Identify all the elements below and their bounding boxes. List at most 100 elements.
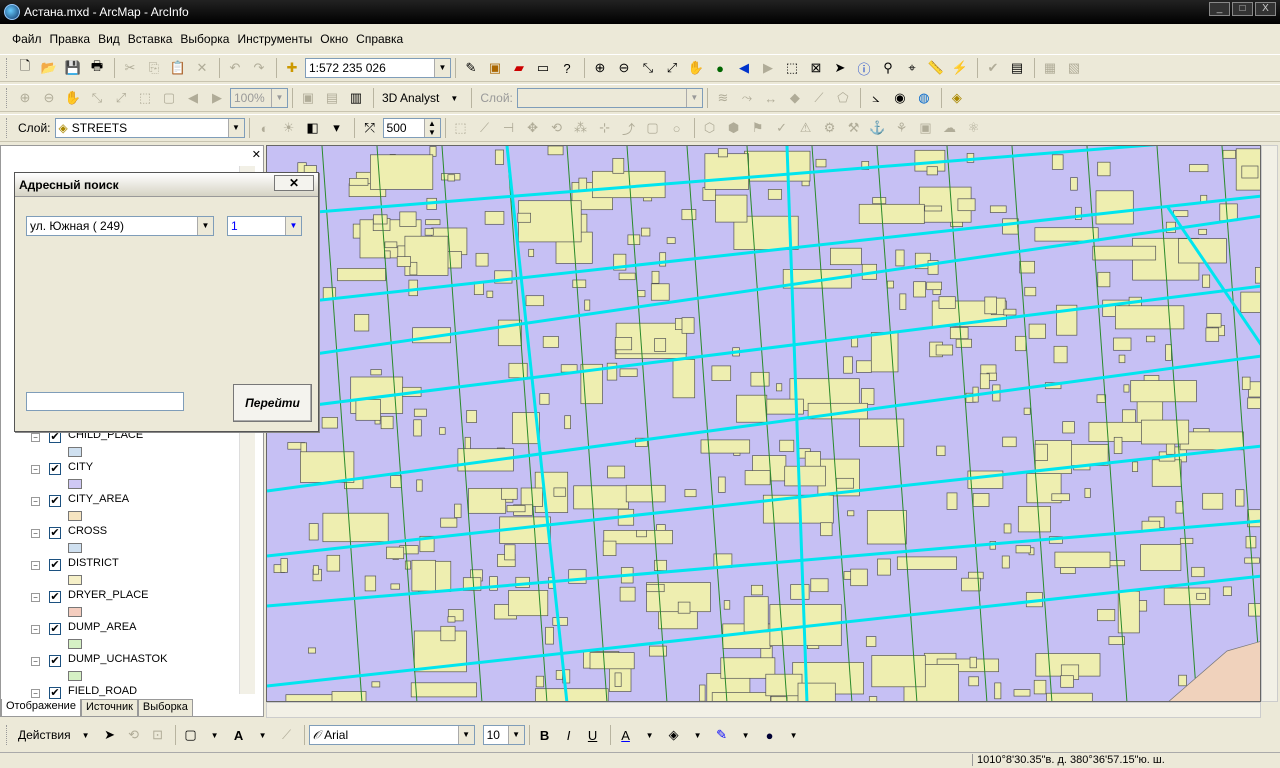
close-button[interactable]: X <box>1255 2 1276 16</box>
next-page-icon[interactable]: ▶ <box>206 87 228 109</box>
layer-symbol[interactable] <box>68 671 82 681</box>
focus-frame-icon[interactable]: ▤ <box>321 87 343 109</box>
menu-tools[interactable]: Инструменты <box>233 32 316 46</box>
network-analyst-icon[interactable]: ◈ <box>946 87 968 109</box>
show-shared-icon[interactable]: ▣ <box>915 117 937 139</box>
collapse-toggle-icon[interactable]: − <box>31 561 40 570</box>
graph-icon[interactable]: ▧ <box>1063 57 1085 79</box>
toolbar-grip[interactable] <box>6 88 10 108</box>
select-features-icon[interactable]: ⬚ <box>781 57 803 79</box>
page-zoom-combo[interactable]: 100% ▼ <box>230 88 288 108</box>
zoom-in-icon[interactable]: ⊕ <box>589 57 611 79</box>
zoom-out-page-icon[interactable]: ⊖ <box>38 87 60 109</box>
new-document-icon[interactable]: 🗋 <box>14 57 36 79</box>
menu-window[interactable]: Окно <box>316 32 352 46</box>
sketch-tool-icon[interactable]: ⟋ <box>474 117 496 139</box>
arcscene-icon[interactable]: ◉ <box>889 87 911 109</box>
layer-item[interactable]: − ✔ CITY <box>31 460 241 492</box>
construct-features-icon[interactable]: ⚒ <box>843 117 865 139</box>
hyperlink-icon[interactable]: ⚡ <box>949 57 971 79</box>
chevron-down-icon[interactable]: ▼ <box>639 724 661 746</box>
menu-help[interactable]: Справка <box>352 32 407 46</box>
distance-spinner[interactable]: 500 ▲ ▼ <box>382 118 441 138</box>
bold-button[interactable]: B <box>534 724 556 746</box>
fixed-zoom-out-icon[interactable]: ⤢ <box>661 57 683 79</box>
line-color-icon[interactable]: ✎ <box>711 724 733 746</box>
spinner-arrows-icon[interactable]: ▲ ▼ <box>423 119 440 137</box>
planarize-icon[interactable]: ⚓ <box>867 117 889 139</box>
clear-selection-icon[interactable]: ⊠ <box>805 57 827 79</box>
layer-symbol[interactable] <box>68 543 82 553</box>
font-size-combo[interactable]: 10 ▼ <box>482 725 525 745</box>
layer-visibility-checkbox[interactable]: ✔ <box>49 559 61 571</box>
chevron-down-icon[interactable]: ▼ <box>197 217 213 235</box>
layer-item[interactable]: − ✔ CROSS <box>31 524 241 556</box>
layer-combo[interactable]: ◈ STREETS ▼ <box>54 118 245 138</box>
chevron-down-icon[interactable]: ▼ <box>457 726 474 744</box>
toolbar-grip[interactable] <box>6 118 10 138</box>
chevron-down-icon[interactable]: ▼ <box>252 724 274 746</box>
generalize-icon[interactable]: ☁ <box>939 117 961 139</box>
edit-tool-icon[interactable]: ⬚ <box>450 117 472 139</box>
layer-symbol[interactable] <box>68 607 82 617</box>
layer-item[interactable]: − ✔ DRYER_PLACE <box>31 588 241 620</box>
rotate-icon[interactable]: ⟲ <box>546 117 568 139</box>
menu-selection[interactable]: Выборка <box>176 32 233 46</box>
layer-symbol[interactable] <box>68 511 82 521</box>
copy-icon[interactable]: ⎘ <box>143 57 165 79</box>
profile-graph-icon[interactable]: ⦣ <box>865 87 887 109</box>
menu-view[interactable]: Вид <box>94 32 124 46</box>
display-background-icon[interactable]: ▾ <box>326 117 348 139</box>
layer-visibility-checkbox[interactable]: ✔ <box>49 623 61 635</box>
layer-visibility-checkbox[interactable]: ✔ <box>49 687 61 699</box>
rectangle-icon[interactable]: ▢ <box>180 724 202 746</box>
chevron-down-icon[interactable]: ▼ <box>285 217 301 235</box>
map-topology-icon[interactable]: ⬢ <box>723 117 745 139</box>
contrast-icon[interactable]: ◐ <box>254 117 276 139</box>
layer-symbol[interactable] <box>68 479 82 489</box>
select-elements-icon[interactable]: ➤ <box>829 57 851 79</box>
shared-features-icon[interactable]: ⚙ <box>819 117 841 139</box>
tab-display[interactable]: Отображение <box>1 699 81 717</box>
collapse-toggle-icon[interactable]: − <box>31 529 40 538</box>
editor-icon[interactable]: ✎ <box>460 57 482 79</box>
font-color-icon[interactable]: A <box>615 724 637 746</box>
identify-icon[interactable]: ⓘ <box>853 57 875 79</box>
chevron-down-icon[interactable]: ▼ <box>434 59 450 77</box>
steepest-path-icon[interactable]: ⤳ <box>736 87 758 109</box>
drawing-actions-menu[interactable]: Действия <box>18 728 71 742</box>
page-extent-icon[interactable]: ▢ <box>158 87 180 109</box>
new-text-icon[interactable]: A <box>228 724 250 746</box>
cut-polygon-icon[interactable]: ⁂ <box>570 117 592 139</box>
fixed-unzoom-page-icon[interactable]: ⤢ <box>110 87 132 109</box>
collapse-toggle-icon[interactable]: − <box>31 497 40 506</box>
topology-icon[interactable]: ⬡ <box>699 117 721 139</box>
fixed-zoom-in-icon[interactable]: ⤡ <box>637 57 659 79</box>
collapse-toggle-icon[interactable]: − <box>31 689 40 698</box>
layer-visibility-checkbox[interactable]: ✔ <box>49 431 61 443</box>
zoom-to-selected-icon[interactable]: ⊡ <box>147 724 169 746</box>
circle-select-icon[interactable]: ○ <box>666 117 688 139</box>
previous-page-icon[interactable]: ◀ <box>182 87 204 109</box>
interpolate-polygon-icon[interactable]: ⬠ <box>832 87 854 109</box>
change-layout-icon[interactable]: ▥ <box>345 87 367 109</box>
collapse-toggle-icon[interactable]: − <box>31 433 40 442</box>
layer-symbol[interactable] <box>68 639 82 649</box>
chevron-down-icon[interactable]: ▼ <box>204 724 226 746</box>
map-canvas[interactable] <box>266 145 1261 702</box>
fixed-zoom-page-icon[interactable]: ⤡ <box>86 87 108 109</box>
layer-item[interactable]: − ✔ CHILD_PLACE <box>31 428 241 460</box>
rectangle-select-icon[interactable]: ▢ <box>642 117 664 139</box>
validate-icon[interactable]: ✓ <box>771 117 793 139</box>
collapse-toggle-icon[interactable]: − <box>31 465 40 474</box>
chevron-down-icon[interactable]: ▼ <box>75 724 97 746</box>
topology-edit-icon[interactable]: ⚘ <box>891 117 913 139</box>
select-elements-icon[interactable]: ➤ <box>99 724 121 746</box>
chevron-down-icon[interactable]: ▼ <box>687 724 709 746</box>
chevron-down-icon[interactable]: ▼ <box>685 89 702 107</box>
map-horizontal-scrollbar[interactable] <box>266 702 1261 718</box>
toolbar-grip[interactable] <box>6 725 10 745</box>
chevron-down-icon[interactable]: ▼ <box>227 119 244 137</box>
interpolate-point-icon[interactable]: ◆ <box>784 87 806 109</box>
zoom-out-icon[interactable]: ⊖ <box>613 57 635 79</box>
